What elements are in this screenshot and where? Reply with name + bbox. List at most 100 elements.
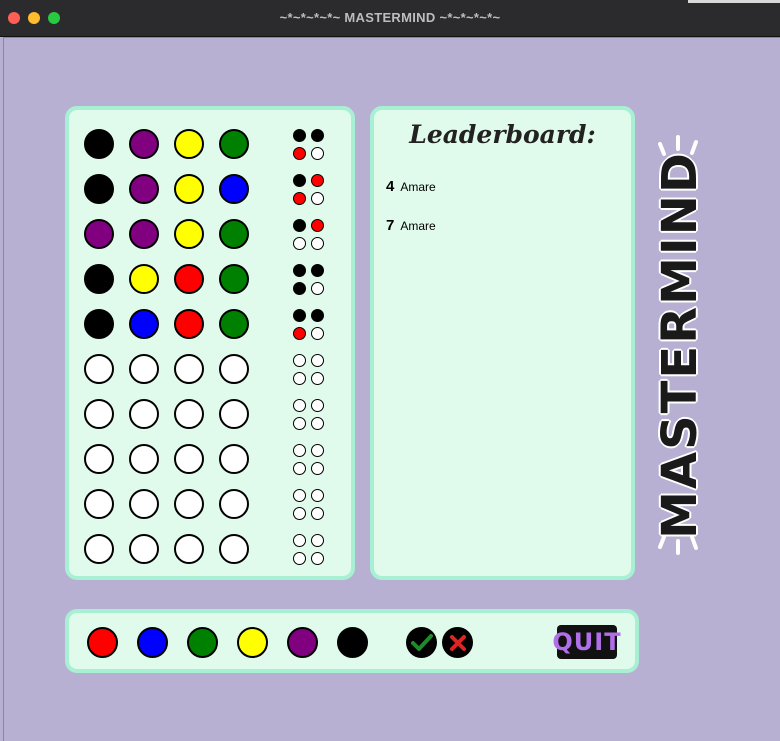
feedback-peg [311, 417, 324, 430]
feedback-peg [293, 219, 306, 232]
leaderboard-entry: 7 Amare [386, 217, 436, 234]
feedback-peg [311, 372, 324, 385]
leaderboard-score: 7 [386, 217, 395, 234]
feedback-peg [311, 327, 324, 340]
guess-peg[interactable] [84, 264, 114, 294]
guess-peg[interactable] [174, 219, 204, 249]
feedback-peg [311, 552, 324, 565]
titlebar-strip [688, 0, 780, 3]
guess-peg[interactable] [84, 174, 114, 204]
feedback-peg [293, 552, 306, 565]
guess-peg[interactable] [174, 354, 204, 384]
guess-peg[interactable] [219, 534, 249, 564]
feedback-peg [311, 489, 324, 502]
guess-peg[interactable] [84, 489, 114, 519]
guess-peg[interactable] [84, 309, 114, 339]
mastermind-logo: MASTERMIND [650, 132, 710, 557]
feedback-peg [293, 354, 306, 367]
guess-peg[interactable] [174, 444, 204, 474]
feedback-peg [293, 129, 306, 142]
feedback-peg [311, 444, 324, 457]
feedback-peg [311, 174, 324, 187]
feedback-peg [311, 219, 324, 232]
guess-peg[interactable] [219, 444, 249, 474]
feedback-peg [311, 264, 324, 277]
palette-color-blue[interactable] [137, 627, 168, 658]
leaderboard-score: 4 [386, 178, 395, 195]
guess-peg[interactable] [219, 309, 249, 339]
guess-peg[interactable] [219, 489, 249, 519]
guess-peg[interactable] [219, 399, 249, 429]
feedback-peg [311, 534, 324, 547]
leaderboard-title: Leaderboard: [409, 120, 596, 149]
guess-peg[interactable] [219, 174, 249, 204]
check-icon [410, 633, 433, 651]
feedback-peg [311, 237, 324, 250]
feedback-peg [311, 192, 324, 205]
feedback-peg [293, 237, 306, 250]
leaderboard-name: Amare [400, 219, 436, 233]
guess-peg[interactable] [129, 129, 159, 159]
guess-peg[interactable] [174, 489, 204, 519]
guess-peg[interactable] [129, 174, 159, 204]
palette-color-green[interactable] [187, 627, 218, 658]
feedback-peg [293, 444, 306, 457]
leaderboard-panel: Leaderboard: 4 Amare 7 Amare [370, 106, 635, 580]
feedback-peg [311, 147, 324, 160]
window-titlebar: ~*~*~*~*~ MASTERMIND ~*~*~*~*~ [0, 0, 780, 37]
feedback-peg [293, 282, 306, 295]
guess-peg[interactable] [129, 534, 159, 564]
feedback-peg [311, 462, 324, 475]
feedback-peg [293, 264, 306, 277]
leaderboard-entry: 4 Amare [386, 178, 436, 195]
feedback-peg [293, 489, 306, 502]
guess-peg[interactable] [174, 129, 204, 159]
guess-peg[interactable] [129, 489, 159, 519]
feedback-peg [293, 327, 306, 340]
feedback-peg [311, 399, 324, 412]
guess-peg[interactable] [219, 219, 249, 249]
guess-peg[interactable] [129, 309, 159, 339]
guess-peg[interactable] [219, 129, 249, 159]
guess-peg[interactable] [219, 354, 249, 384]
feedback-peg [311, 507, 324, 520]
feedback-peg [293, 534, 306, 547]
guess-peg[interactable] [84, 354, 114, 384]
quit-button[interactable]: QUIT [552, 625, 621, 659]
guess-peg[interactable] [84, 534, 114, 564]
window-title: ~*~*~*~*~ MASTERMIND ~*~*~*~*~ [279, 10, 501, 25]
guess-peg[interactable] [174, 534, 204, 564]
guess-peg[interactable] [174, 174, 204, 204]
feedback-peg [311, 282, 324, 295]
guess-peg[interactable] [219, 264, 249, 294]
feedback-peg [311, 309, 324, 322]
guess-peg[interactable] [129, 219, 159, 249]
guess-peg[interactable] [84, 219, 114, 249]
palette-color-purple[interactable] [287, 627, 318, 658]
feedback-peg [293, 507, 306, 520]
feedback-peg [293, 147, 306, 160]
clear-guess-button[interactable] [442, 627, 473, 658]
palette-color-black[interactable] [337, 627, 368, 658]
guess-peg[interactable] [174, 399, 204, 429]
feedback-peg [293, 372, 306, 385]
guess-peg[interactable] [84, 399, 114, 429]
guess-peg[interactable] [129, 354, 159, 384]
feedback-peg [293, 462, 306, 475]
guess-peg[interactable] [129, 399, 159, 429]
feedback-peg [311, 129, 324, 142]
guess-peg[interactable] [84, 129, 114, 159]
guess-peg[interactable] [129, 264, 159, 294]
palette-color-yellow[interactable] [237, 627, 268, 658]
guess-peg[interactable] [174, 264, 204, 294]
feedback-peg [293, 192, 306, 205]
guess-peg[interactable] [174, 309, 204, 339]
palette-color-red[interactable] [87, 627, 118, 658]
confirm-guess-button[interactable] [406, 627, 437, 658]
x-icon [449, 634, 466, 651]
feedback-peg [293, 399, 306, 412]
mastermind-logo-text: MASTERMIND [651, 150, 709, 540]
guess-board [65, 106, 355, 580]
guess-peg[interactable] [129, 444, 159, 474]
guess-peg[interactable] [84, 444, 114, 474]
